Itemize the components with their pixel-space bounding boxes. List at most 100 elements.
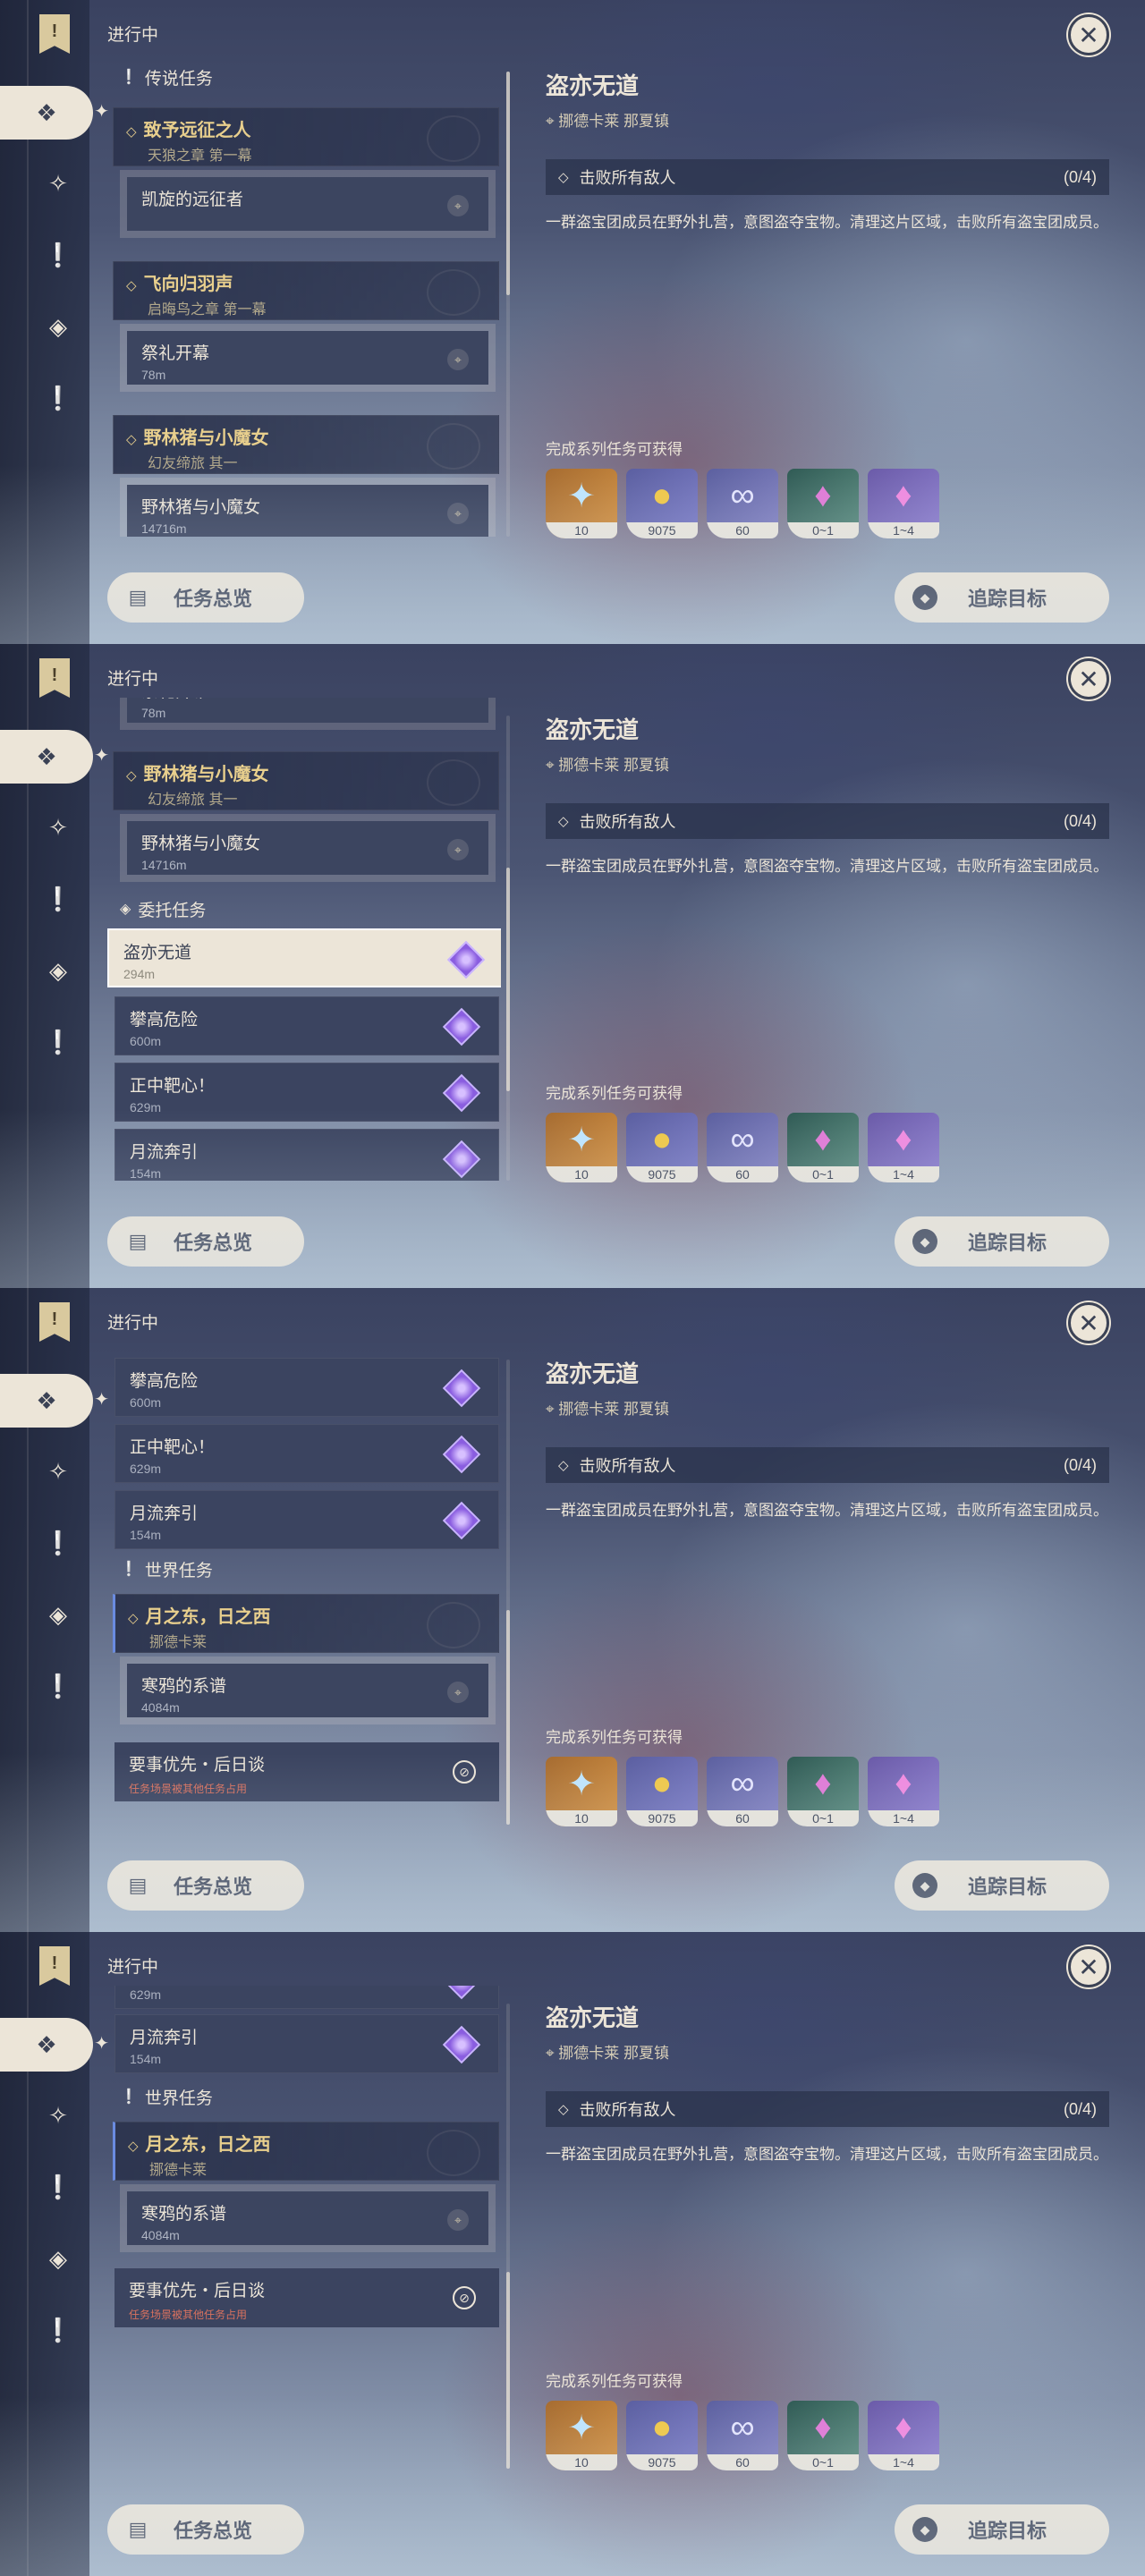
tab-legend-quests-icon[interactable]: ❕ [36, 233, 81, 277]
tab-world-quests-icon[interactable]: ❕ [36, 2308, 81, 2352]
tab-legend-quests-icon[interactable]: ❕ [36, 1521, 81, 1565]
quest-overview-button[interactable]: ▤ 任务总览 [107, 572, 304, 623]
legend-quest-3[interactable]: 野林猪与小魔女 幻友缔旅 其一 [113, 415, 499, 474]
commission-quest[interactable]: 攀高危险 600m [114, 996, 499, 1055]
location-pin-icon[interactable]: ⌖ [447, 1682, 469, 1703]
reward-mora[interactable]: ● 9075 [626, 2401, 698, 2470]
commission-quest[interactable]: 月流奔引 154m [114, 2014, 499, 2073]
tab-legend-quests-icon[interactable]: ❕ [36, 2165, 81, 2209]
tab-world-quests-icon[interactable]: ❕ [36, 1664, 81, 1708]
reward-mora[interactable]: ● 9075 [626, 469, 698, 538]
commission-quest[interactable]: 正中靶心！ 629m [114, 1063, 499, 1122]
chapter-emblem-icon [427, 759, 480, 806]
commission-quest[interactable]: 正中靶心！ 629m [114, 1424, 499, 1483]
location-pin-icon[interactable]: ⌖ [447, 839, 469, 860]
crystal-purple-icon: ♦ [895, 2408, 912, 2446]
commission-quest-selected[interactable]: 盗亦无道 294m [107, 928, 501, 987]
close-icon[interactable]: ✕ [1068, 1946, 1109, 1987]
reward-fate[interactable]: ∞ 60 [707, 1113, 778, 1182]
location-pin-icon[interactable]: ⌖ [447, 503, 469, 524]
blocked-note: 任务场景被其他任务占用 [129, 1783, 248, 1795]
world-quest[interactable]: 月之东，日之西 挪德卡莱 [113, 2122, 499, 2181]
location-pin-icon[interactable]: ⌖ [447, 349, 469, 370]
step-distance: 78m [141, 368, 166, 382]
legend-quest-3[interactable]: 野林猪与小魔女 幻友缔旅 其一 [113, 751, 499, 810]
scrollbar[interactable] [506, 2004, 510, 2469]
scroll-thumb[interactable] [506, 868, 510, 1091]
reward-mora[interactable]: ● 9075 [626, 1113, 698, 1182]
quest-step[interactable]: 野林猪与小魔女 14716m ⌖ [120, 814, 496, 882]
reward-count: 0~1 [787, 1810, 859, 1826]
bookmark-icon[interactable]: ! [39, 658, 70, 698]
quest-overview-button[interactable]: ▤ 任务总览 [107, 2504, 304, 2555]
reward-crystal-green[interactable]: ♦ 0~1 [787, 1757, 859, 1826]
close-icon[interactable]: ✕ [1068, 1302, 1109, 1343]
tab-commission-quests-icon[interactable]: ◈ [36, 948, 81, 993]
close-icon[interactable]: ✕ [1068, 14, 1109, 55]
commission-quest[interactable]: 月流奔引 154m [114, 1490, 499, 1549]
quest-step[interactable]: 祭礼开幕 78m ⌖ [120, 324, 496, 392]
reward-crystal-green[interactable]: ♦ 0~1 [787, 1113, 859, 1182]
scrollbar[interactable] [506, 1360, 510, 1825]
scroll-thumb[interactable] [506, 2272, 510, 2469]
reward-mora[interactable]: ● 9075 [626, 1757, 698, 1826]
quest-step[interactable]: 凯旋的远征者 ⌖ [120, 170, 496, 238]
tab-all-quests-icon[interactable]: ❖ [0, 1374, 109, 1428]
reward-fate[interactable]: ∞ 60 [707, 469, 778, 538]
blocked-quest[interactable]: 要事优先・后日谈 任务场景被其他任务占用 ⊘ [114, 2268, 499, 2327]
bookmark-icon[interactable]: ! [39, 1946, 70, 1986]
tab-archon-quests-icon[interactable]: ✧ [36, 805, 81, 850]
scroll-thumb[interactable] [506, 1610, 510, 1825]
tab-world-quests-icon[interactable]: ❕ [36, 376, 81, 420]
commission-quest[interactable]: 月流奔引 154m [114, 1129, 499, 1181]
reward-primogem[interactable]: ✦ 10 [546, 1113, 617, 1182]
quest-step[interactable]: 寒鸦的系谱 4084m ⌖ [120, 1657, 496, 1724]
quest-step[interactable]: 寒鸦的系谱 4084m ⌖ [120, 2184, 496, 2252]
tab-commission-quests-icon[interactable]: ◈ [36, 2236, 81, 2281]
tab-commission-quests-icon[interactable]: ◈ [36, 1592, 81, 1637]
reward-crystal-green[interactable]: ♦ 0~1 [787, 2401, 859, 2470]
world-quest[interactable]: 月之东，日之西 挪德卡莱 [113, 1594, 499, 1653]
reward-crystal-purple[interactable]: ♦ 1~4 [868, 1113, 939, 1182]
tab-archon-quests-icon[interactable]: ✧ [36, 161, 81, 206]
track-target-button[interactable]: ◆ 追踪目标 [895, 572, 1109, 623]
legend-quest-2[interactable]: 飞向归羽声 启晦鸟之章 第一幕 [113, 261, 499, 320]
legend-quest-1[interactable]: 致予远征之人 天狼之章 第一幕 [113, 107, 499, 166]
tab-commission-quests-icon[interactable]: ◈ [36, 304, 81, 349]
reward-fate[interactable]: ∞ 60 [707, 1757, 778, 1826]
reward-crystal-purple[interactable]: ♦ 1~4 [868, 469, 939, 538]
location-pin-icon[interactable]: ⌖ [447, 195, 469, 216]
scrollbar[interactable] [506, 72, 510, 537]
track-target-button[interactable]: ◆ 追踪目标 [895, 1216, 1109, 1267]
reward-primogem[interactable]: ✦ 10 [546, 469, 617, 538]
commission-quest[interactable]: 攀高危险 600m [114, 1358, 499, 1417]
tab-world-quests-icon[interactable]: ❕ [36, 1020, 81, 1064]
reward-primogem[interactable]: ✦ 10 [546, 2401, 617, 2470]
reward-crystal-purple[interactable]: ♦ 1~4 [868, 1757, 939, 1826]
track-target-button[interactable]: ◆ 追踪目标 [895, 2504, 1109, 2555]
scroll-thumb[interactable] [506, 72, 510, 295]
close-icon[interactable]: ✕ [1068, 658, 1109, 699]
quest-overview-button[interactable]: ▤ 任务总览 [107, 1216, 304, 1267]
tab-legend-quests-icon[interactable]: ❕ [36, 877, 81, 921]
commission-quest[interactable]: 正中靶心！ 629m [114, 1986, 499, 2009]
tab-archon-quests-icon[interactable]: ✧ [36, 1449, 81, 1494]
scrollbar[interactable] [506, 716, 510, 1181]
quest-step[interactable]: 祭礼开幕 78m [120, 698, 496, 730]
tab-all-quests-icon[interactable]: ❖ [0, 730, 109, 784]
tab-all-quests-icon[interactable]: ❖ [0, 86, 109, 140]
blocked-quest[interactable]: 要事优先・后日谈 任务场景被其他任务占用 ⊘ [114, 1742, 499, 1801]
location-pin-icon[interactable]: ⌖ [447, 2209, 469, 2231]
reward-crystal-purple[interactable]: ♦ 1~4 [868, 2401, 939, 2470]
bookmark-icon[interactable]: ! [39, 14, 70, 54]
icon-rail: ! ❖ ✧ ❕ ◈ ❕ [0, 0, 109, 644]
reward-fate[interactable]: ∞ 60 [707, 2401, 778, 2470]
quest-overview-button[interactable]: ▤ 任务总览 [107, 1860, 304, 1911]
reward-primogem[interactable]: ✦ 10 [546, 1757, 617, 1826]
tab-all-quests-icon[interactable]: ❖ [0, 2018, 109, 2072]
track-target-button[interactable]: ◆ 追踪目标 [895, 1860, 1109, 1911]
quest-step[interactable]: 野林猪与小魔女 14716m ⌖ [120, 478, 496, 537]
reward-crystal-green[interactable]: ♦ 0~1 [787, 469, 859, 538]
bookmark-icon[interactable]: ! [39, 1302, 70, 1342]
tab-archon-quests-icon[interactable]: ✧ [36, 2093, 81, 2138]
